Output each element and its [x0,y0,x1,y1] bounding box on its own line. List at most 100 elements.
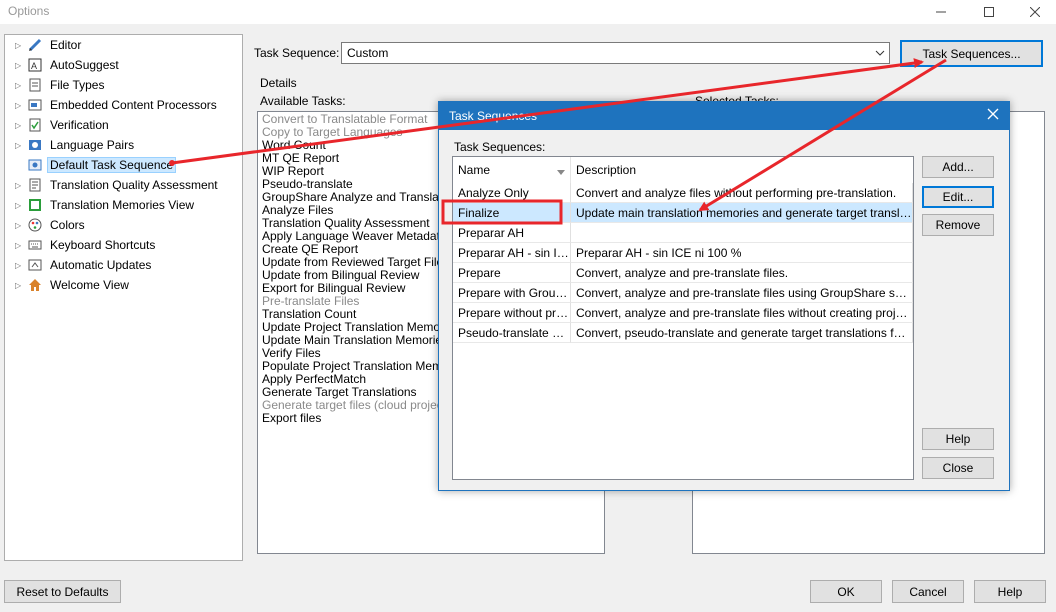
minimize-icon [936,11,946,13]
cell-name: Finalize [453,203,571,223]
cell-description: Update main translation memories and gen… [571,203,913,223]
pencil-icon [27,37,43,53]
table-row[interactable]: Preparar AH - sin ICE Preparar AH - sin … [453,243,913,263]
task-sequences-button[interactable]: Task Sequences... [900,40,1043,67]
tree-item-label: Automatic Updates [50,258,152,272]
expand-arrow-icon[interactable]: ▷ [15,61,25,70]
tree-item-language-pairs[interactable]: ▷ Language Pairs [15,135,137,155]
tree-item-label: Default Task Sequence [47,157,177,173]
cell-name: Preparar AH [453,223,571,243]
tree-item-label: File Types [50,78,105,92]
tree-item-welcome-view[interactable]: ▷ Welcome View [15,275,132,295]
expand-arrow-icon[interactable]: ▷ [15,281,25,290]
table-row[interactable]: Pseudo-translate Ro... Convert, pseudo-t… [453,323,913,343]
tree-item-keyboard-shortcuts[interactable]: ▷ Keyboard Shortcuts [15,235,158,255]
task-sequence-dropdown[interactable]: Custom [341,42,890,64]
table-row[interactable]: Finalize Update main translation memorie… [453,203,913,223]
task-sequence-icon [27,157,43,173]
cell-description [571,223,913,243]
updates-icon [27,257,43,273]
table-row[interactable]: Prepare Convert, analyze and pre-transla… [453,263,913,283]
tm-icon [27,197,43,213]
file-types-icon [27,77,43,93]
tree-item-label: AutoSuggest [50,58,119,72]
table-row[interactable]: Prepare without pro... Convert, analyze … [453,303,913,323]
tree-item-automatic-updates[interactable]: ▷ Automatic Updates [15,255,154,275]
tree-item-file-types[interactable]: ▷ File Types [15,75,107,95]
tree-item-label: Embedded Content Processors [50,98,217,112]
add-sequence-button[interactable]: Add... [922,156,994,178]
column-header-name[interactable]: Name [453,157,571,183]
tree-item-translation-quality[interactable]: ▷ Translation Quality Assessment [15,175,221,195]
task-sequences-list-label: Task Sequences: [454,140,546,154]
tree-item-translation-memories-view[interactable]: ▷ Translation Memories View [15,195,197,215]
cell-name: Preparar AH - sin ICE [453,243,571,263]
expand-arrow-icon[interactable]: ▷ [15,261,25,270]
tree-item-label: Translation Memories View [50,198,195,212]
expand-arrow-icon[interactable]: ▷ [15,181,25,190]
options-tree[interactable]: ▷ Editor ▷ A AutoSuggest ▷ File Types ▷ … [4,34,243,561]
available-tasks-label: Available Tasks: [260,94,346,108]
expand-arrow-icon[interactable]: ▷ [15,81,25,90]
dialog-close-button[interactable]: Close [922,457,994,479]
tree-item-label: Editor [50,38,82,52]
expand-arrow-icon[interactable]: ▷ [15,121,25,130]
expand-arrow-icon[interactable]: ▷ [15,141,25,150]
cell-name: Pseudo-translate Ro... [453,323,571,343]
expand-arrow-icon[interactable]: ▷ [15,221,25,230]
maximize-icon [984,7,994,17]
cell-description: Convert, analyze and pre-translate files… [571,263,913,283]
expand-arrow-icon[interactable]: ▷ [15,101,25,110]
column-header-description[interactable]: Description [571,157,913,183]
tree-item-colors[interactable]: ▷ Colors [15,215,88,235]
ok-button[interactable]: OK [810,580,882,603]
expand-arrow-icon[interactable]: ▷ [15,201,25,210]
autosuggest-icon: A [27,57,43,73]
cell-name: Analyze Only [453,183,571,203]
cell-name: Prepare with Group... [453,283,571,303]
list-item[interactable]: Export files [262,412,321,425]
dialog-title-bar: Task Sequences [439,102,1009,130]
window-title-bar: Options [0,0,1056,24]
dialog-close-icon[interactable] [987,108,999,123]
tree-item-verification[interactable]: ▷ Verification [15,115,112,135]
tree-item-label: Language Pairs [50,138,135,152]
home-icon [27,277,43,293]
dialog-help-button[interactable]: Help [922,428,994,450]
maximize-button[interactable] [966,0,1012,24]
tree-item-embedded-content[interactable]: ▷ Embedded Content Processors [15,95,220,115]
tree-item-label: Colors [50,218,85,232]
palette-icon [27,217,43,233]
expand-arrow-icon[interactable]: ▷ [15,41,25,50]
edit-sequence-button[interactable]: Edit... [922,186,994,208]
cell-description: Convert and analyze files without perfor… [571,183,913,203]
details-heading: Details [260,76,297,90]
tree-item-autosuggest[interactable]: ▷ A AutoSuggest [15,55,122,75]
expand-arrow-icon[interactable]: ▷ [15,241,25,250]
sort-arrow-icon [557,165,565,179]
task-sequences-table[interactable]: Name Description Analyze Only Convert an… [452,156,914,480]
tree-item-default-task-sequence[interactable]: Default Task Sequence [15,155,177,175]
chevron-down-icon [875,46,885,63]
reset-to-defaults-button[interactable]: Reset to Defaults [4,580,121,603]
table-row[interactable]: Analyze Only Convert and analyze files w… [453,183,913,203]
task-sequences-dialog: Task Sequences Task Sequences: Name Desc… [438,101,1010,491]
svg-text:A: A [31,61,37,71]
cell-description: Convert, analyze and pre-translate files… [571,283,913,303]
help-button[interactable]: Help [974,580,1046,603]
close-window-button[interactable] [1012,0,1056,24]
cancel-button[interactable]: Cancel [892,580,964,603]
minimize-button[interactable] [918,0,964,24]
cell-description: Preparar AH - sin ICE ni 100 % [571,243,913,263]
tree-item-label: Welcome View [50,278,129,292]
quality-icon [27,177,43,193]
table-row[interactable]: Preparar AH [453,223,913,243]
remove-sequence-button[interactable]: Remove [922,214,994,236]
language-pairs-icon [27,137,43,153]
table-row[interactable]: Prepare with Group... Convert, analyze a… [453,283,913,303]
dialog-title: Task Sequences [449,109,538,123]
tree-item-editor[interactable]: ▷ Editor [15,35,84,55]
cell-name: Prepare without pro... [453,303,571,323]
verification-icon [27,117,43,133]
embedded-content-icon [27,97,43,113]
